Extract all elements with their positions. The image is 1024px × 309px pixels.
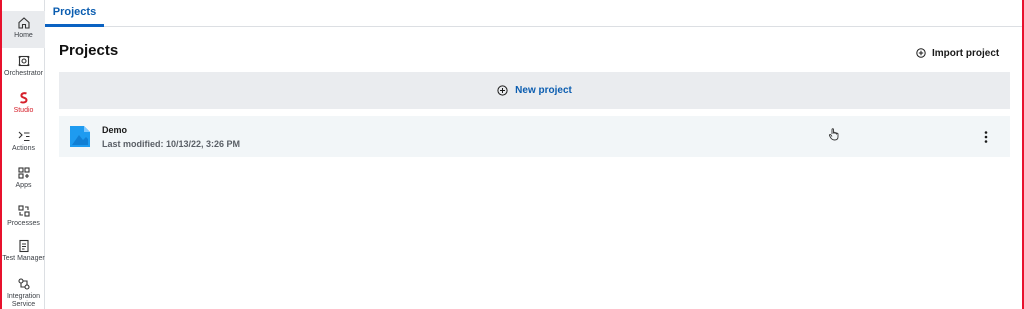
sidebar-item-apps[interactable]: Apps [2,161,45,198]
project-last-modified: Last modified: 10/13/22, 3:26 PM [102,139,241,149]
sidebar-item-label: Home [14,32,33,39]
sidebar: Home Orchestrator Studio Actions Apps Pr… [2,0,45,309]
sidebar-item-label: Integration Service [6,293,41,308]
sidebar-item-processes[interactable]: Processes [2,199,45,236]
project-name: Demo [102,125,128,135]
sidebar-item-actions[interactable]: Actions [2,124,45,161]
sidebar-item-studio[interactable]: Studio [2,86,45,123]
import-project-label: Import project [932,47,1000,59]
sidebar-item-label: Orchestrator [4,70,43,77]
test-manager-icon [18,239,29,253]
sidebar-item-label: Apps [15,182,32,189]
actions-icon [18,131,29,142]
import-project-button[interactable]: Import project [916,45,999,61]
sidebar-item-label: Actions [12,145,35,152]
sidebar-item-test-manager[interactable]: Test Manager [2,234,45,272]
tab-bar: Projects [45,0,1022,27]
sidebar-item-label: Studio [13,107,34,114]
new-project-label: New project [515,85,572,96]
page-title: Projects [59,42,119,59]
add-circle-icon [916,48,926,58]
project-icon [70,126,90,147]
studio-icon [19,92,28,104]
apps-icon [17,167,30,179]
hand-pointer-icon [828,128,839,141]
sidebar-item-orchestrator[interactable]: Orchestrator [2,49,45,86]
sidebar-item-home[interactable]: Home [2,11,45,48]
processes-icon [17,205,30,217]
home-icon [17,17,30,29]
sidebar-item-integration-service[interactable]: Integration Service [2,272,45,309]
sidebar-item-label: Processes [7,220,40,227]
tab-projects[interactable]: Projects [45,0,104,27]
integration-service-icon [17,278,30,290]
new-project-button[interactable]: New project [59,72,1010,109]
orchestrator-icon [18,55,29,67]
add-circle-icon [497,85,508,96]
sidebar-item-label: Test Manager [2,255,45,262]
project-row[interactable]: Demo Last modified: 10/13/22, 3:26 PM [59,116,1010,157]
more-options-icon[interactable] [981,130,991,144]
